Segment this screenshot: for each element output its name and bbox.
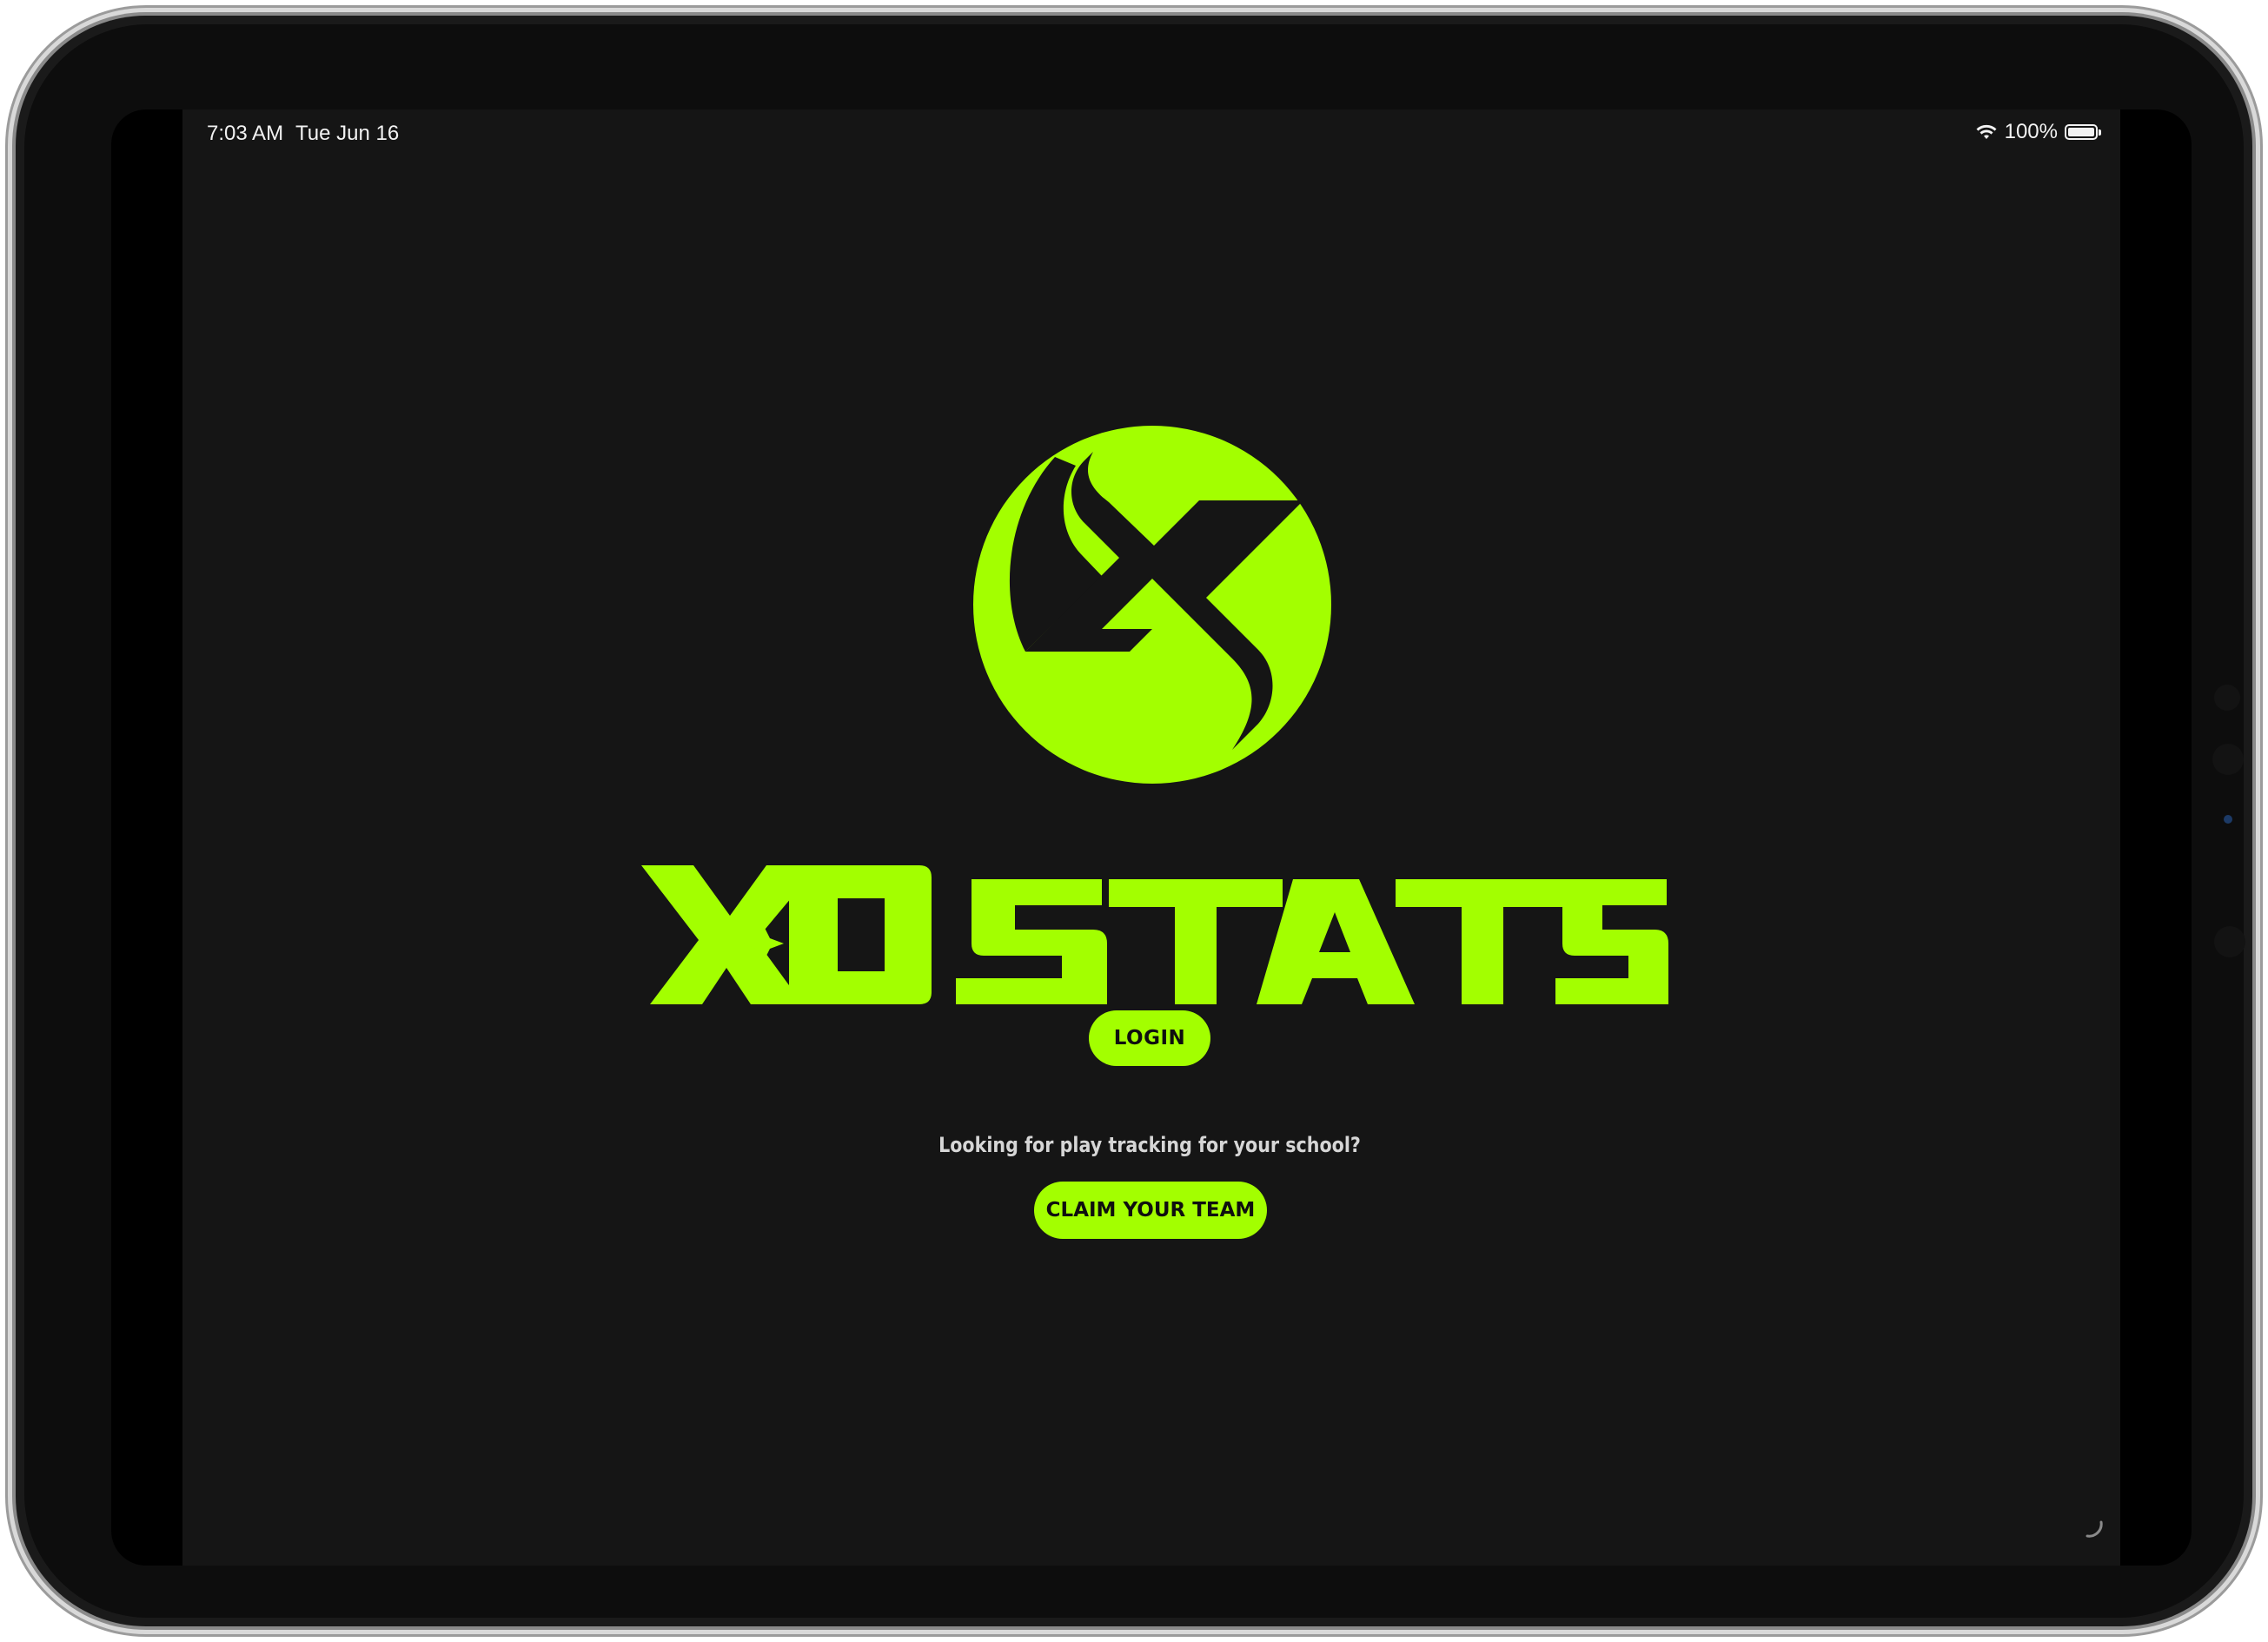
battery-percent: 100% <box>2004 120 2058 143</box>
wifi-icon <box>1976 124 1997 139</box>
status-right-group: 100% <box>1975 120 2101 144</box>
side-sensor-2 <box>2214 926 2245 957</box>
status-time: 7:03 AM <box>207 122 284 145</box>
right-safe-area <box>2120 109 2192 1566</box>
battery-full-icon <box>2065 124 2101 140</box>
side-camera <box>2212 744 2244 775</box>
claim-your-team-button[interactable]: CLAIM YOUR TEAM <box>1034 1182 1267 1239</box>
status-date: Tue Jun 16 <box>295 122 400 145</box>
loading-spinner-icon <box>2086 1520 2103 1538</box>
xo-stats-wordmark <box>641 865 1668 1004</box>
claim-team-prompt: Looking for play tracking for your schoo… <box>938 1133 1361 1157</box>
side-camera-lens <box>2224 815 2232 824</box>
status-bar: 7:03 AM Tue Jun 16 100% <box>111 109 2192 162</box>
xo-stats-x-logo-icon <box>973 426 1331 784</box>
side-sensor <box>2214 685 2240 711</box>
left-safe-area <box>111 109 182 1566</box>
ipad-device-frame: 7:03 AM Tue Jun 16 100% LOGIN Looking fo… <box>16 16 2252 1626</box>
app-screen: 7:03 AM Tue Jun 16 100% LOGIN Looking fo… <box>111 109 2192 1566</box>
login-button[interactable]: LOGIN <box>1089 1010 1210 1066</box>
